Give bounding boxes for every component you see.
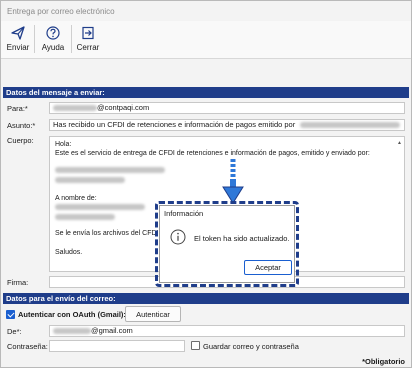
body-redacted-line: [55, 204, 145, 211]
to-label: Para:*: [7, 104, 28, 113]
accept-button[interactable]: Aceptar: [244, 260, 292, 275]
close-button[interactable]: Cerrar: [75, 24, 101, 56]
down-arrow-icon: [222, 159, 244, 204]
toolbar-separator: [71, 25, 72, 53]
save-credentials-checkbox[interactable]: [191, 341, 200, 350]
window-title: Entrega por correo electrónico: [7, 7, 115, 16]
toolbar: Enviar Ayuda Cerrar: [1, 21, 411, 59]
email-delivery-window: Entrega por correo electrónico Enviar Ay…: [0, 0, 412, 368]
required-note: *Obligatorio: [362, 357, 405, 366]
subject-field[interactable]: Has recibido un CFDI de retenciones e in…: [49, 119, 405, 131]
send-section-header: Datos para el envío del correo:: [3, 293, 409, 304]
body-name-of: A nombre de:: [55, 195, 97, 202]
toolbar-separator: [34, 25, 35, 53]
redacted-text: [53, 105, 97, 112]
close-label: Cerrar: [76, 43, 100, 52]
from-label: De*:: [7, 327, 22, 336]
redacted-text: [55, 204, 145, 211]
body-redacted-line: [55, 177, 125, 184]
redacted-text: [53, 328, 91, 335]
body-regards: Saludos.: [55, 249, 83, 256]
from-field[interactable]: @gmail.com: [49, 325, 405, 337]
dialog-message: El token ha sido actualizado.: [194, 234, 290, 243]
help-button[interactable]: Ayuda: [39, 24, 67, 56]
to-field[interactable]: @contpaqi.com: [49, 102, 405, 114]
info-icon: [170, 229, 186, 245]
redacted-text: [55, 177, 125, 184]
title-bar: Entrega por correo electrónico: [1, 1, 411, 21]
body-intro: Este es el servicio de entrega de CFDI d…: [55, 150, 370, 157]
save-credentials-label: Guardar correo y contraseña: [203, 342, 299, 351]
oauth-label: Autenticar con OAuth (Gmail):: [18, 310, 126, 319]
to-field-domain: @contpaqi.com: [97, 103, 150, 112]
redacted-text: [55, 214, 115, 221]
exit-icon: [82, 26, 94, 40]
message-section-header: Datos del mensaje a enviar:: [3, 87, 409, 98]
redacted-text: [55, 167, 165, 174]
send-icon: [11, 26, 25, 40]
help-icon: [46, 26, 60, 40]
send-button[interactable]: Enviar: [5, 24, 31, 56]
body-label: Cuerpo:: [7, 136, 34, 145]
scroll-up-icon[interactable]: ▲: [397, 140, 402, 146]
body-redacted-line: [55, 167, 165, 174]
subject-label: Asunto:*: [7, 121, 36, 130]
oauth-checkbox[interactable]: [6, 310, 15, 319]
authenticate-button[interactable]: Autenticar: [125, 306, 181, 322]
password-label: Contraseña:: [7, 342, 48, 351]
password-field[interactable]: [49, 340, 185, 352]
dialog-title: Información: [164, 209, 204, 218]
body-greeting: Hola:: [55, 141, 72, 148]
signature-label: Firma:: [7, 278, 29, 287]
help-label: Ayuda: [41, 43, 65, 52]
subject-text: Has recibido un CFDI de retenciones e in…: [53, 120, 296, 129]
from-field-domain: @gmail.com: [91, 326, 133, 335]
redacted-text: [300, 122, 401, 129]
information-dialog: Información El token ha sido actualizado…: [159, 205, 295, 283]
body-redacted-line: [55, 214, 115, 221]
send-label: Enviar: [6, 43, 30, 52]
